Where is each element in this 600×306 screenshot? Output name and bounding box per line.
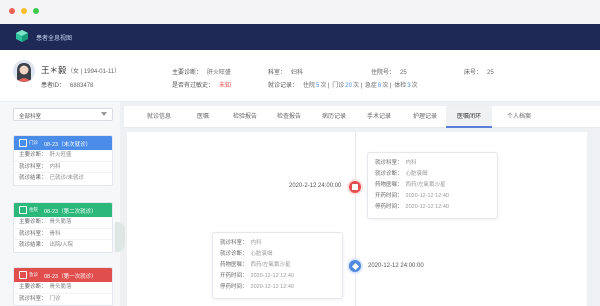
detail-row: 就诊科室： 内科 xyxy=(220,240,262,246)
visit-card-header: 住院 08-23（第二次就诊） xyxy=(14,203,112,217)
minimize-window-button[interactable] xyxy=(21,8,27,14)
visit-card-row: 就诊科室： 骨科 xyxy=(14,229,112,240)
app-title: 患者全息视图 xyxy=(36,36,73,42)
detail-row: 开药时间： 2020-12-12 12:40 xyxy=(375,193,449,199)
visit-date: 08-23（末次就诊） xyxy=(44,142,92,148)
detail-row: 药物医嘱： 西药/左氧氟沙星 xyxy=(375,182,446,188)
timeline-node-icon[interactable] xyxy=(349,260,361,272)
timeline-time: 2020-12-12 24:00:00 xyxy=(368,263,424,269)
detail-row: 就诊诊断： 心脏衰竭 xyxy=(220,251,273,257)
visit-card-outpatient[interactable]: 门诊 08-23（末次就诊） 主要诊断： 肝火旺盛 就诊科室： 内科 就诊结果： 已就… xyxy=(13,135,113,186)
visit-card-header: 门诊 08-23（末次就诊） xyxy=(14,136,112,150)
chevron-down-icon xyxy=(101,112,107,116)
order-detail-card[interactable]: 就诊科室： 内科 就诊诊断： 心脏衰竭 药物医嘱： 西药/左氧氟沙星 开药时间： 202… xyxy=(367,152,498,219)
outpatient-icon xyxy=(19,139,27,147)
visit-card-row: 就诊科室： 内科 xyxy=(14,162,112,173)
visit-type: 急诊 xyxy=(29,272,38,277)
detail-row: 药物医嘱： 西药/左氧氟沙星 xyxy=(220,262,291,268)
inpatient-bed-icon xyxy=(19,206,27,214)
tab-surgery-records[interactable]: 手术记录 xyxy=(356,106,402,128)
tab-medical-records[interactable]: 病历记录 xyxy=(311,106,357,128)
tab-order-loop[interactable]: 医嘱闭环 xyxy=(446,106,492,128)
visit-card-row: 就诊科室： 门诊 xyxy=(19,295,61,302)
sidebar-collapse-handle[interactable] xyxy=(115,222,125,252)
allergy-history: 是否有过敏史： 未知 xyxy=(172,83,232,89)
order-detail-card[interactable]: 就诊科室： 内科 就诊诊断： 心脏衰竭 药物医嘱： 西药/左氧氟沙星 开药时间： 202… xyxy=(212,232,343,299)
admission-number: 住院号： 25 xyxy=(371,70,407,76)
patient-id: 患者ID： 6883478 xyxy=(41,83,94,89)
record-tabs: 就诊信息 医嘱 检验报告 检查报告 病历记录 手术记录 护理记录 医嘱闭环 个人… xyxy=(124,106,600,128)
tab-lab-reports[interactable]: 检验报告 xyxy=(222,106,268,128)
visit-card-header: 急诊 08-23（第一次就诊） xyxy=(14,268,112,282)
timeline-axis xyxy=(355,132,356,306)
main-diagnosis: 主要诊断： 肝火旺盛 xyxy=(172,70,232,76)
visit-records: 就诊记录： xyxy=(268,83,299,89)
bed-number: 床号： 25 xyxy=(464,70,494,76)
tab-visit-info[interactable]: 就诊信息 xyxy=(136,106,182,128)
tab-personal-file[interactable]: 个人档案 xyxy=(496,106,542,128)
visit-card-row: 主要诊断： 骨头脆落 xyxy=(14,217,112,229)
patient-name: 王＊毅 xyxy=(41,65,67,75)
visit-type: 门诊 xyxy=(29,140,38,145)
detail-row: 停药时间： 2020-12-12 12:40 xyxy=(375,204,449,210)
timeline-node-icon[interactable] xyxy=(349,181,361,193)
detail-row: 就诊诊断： 心脏衰竭 xyxy=(375,171,428,177)
patient-avatar xyxy=(13,60,35,82)
department-filter-select[interactable]: 全部科室 xyxy=(13,108,113,121)
patient-gender-birth: （女 | 1994-01-11） xyxy=(67,69,121,75)
tab-exam-reports[interactable]: 检查报告 xyxy=(266,106,312,128)
visit-card-row: 就诊结果： 出院/入院 xyxy=(19,242,74,248)
visit-card-row: 主要诊断： 骨头脆落 xyxy=(14,282,112,294)
department: 科室： 妇科 xyxy=(268,70,304,76)
app-logo-icon xyxy=(16,30,28,42)
main-panel: 就诊信息 医嘱 检验报告 检查报告 病历记录 手术记录 护理记录 医嘱闭环 个人… xyxy=(120,102,600,306)
tab-nursing-records[interactable]: 护理记录 xyxy=(402,106,448,128)
detail-row: 停药时间： 2020-12-12 12:40 xyxy=(220,284,294,290)
window-chrome xyxy=(0,0,600,24)
visit-type: 住院 xyxy=(29,207,38,212)
close-window-button[interactable] xyxy=(9,8,15,14)
visit-date: 08-23（第一次就诊） xyxy=(44,274,97,280)
visit-card-row: 主要诊断： 肝火旺盛 xyxy=(14,150,112,162)
timeline-time: 2020-2-12 24:00:00 xyxy=(289,183,342,189)
app-header: 患者全息视图 xyxy=(0,24,600,50)
emergency-icon xyxy=(19,271,27,279)
visit-date: 08-23（第二次就诊） xyxy=(44,209,97,215)
order-timeline: 2020-2-12 24:00:00 就诊科室： 内科 就诊诊断： 心脏衰竭 药物医… xyxy=(127,132,587,306)
visit-records-counts: 住院5次 | 门诊20次 | 急症8次 | 体检3次 xyxy=(303,83,418,89)
maximize-window-button[interactable] xyxy=(33,8,39,14)
visit-card-row: 就诊结果： 已就诊/未就诊 xyxy=(19,175,85,181)
patient-info-panel: 王＊毅 （女 | 1994-01-11） 患者ID： 6883478 主要诊断：肝… xyxy=(0,50,600,102)
detail-row: 开药时间： 2020-12-12 12:40 xyxy=(220,273,294,279)
detail-row: 就诊科室： 内科 xyxy=(375,160,417,166)
visit-card-inpatient[interactable]: 住院 08-23（第二次就诊） 主要诊断： 骨头脆落 就诊科室： 骨科 就诊结果：出… xyxy=(13,202,113,253)
visit-card-emergency[interactable]: 急诊 08-23（第一次就诊） 主要诊断： 骨头脆落 就诊科室： 门诊 xyxy=(13,267,113,306)
tab-orders[interactable]: 医嘱 xyxy=(180,106,226,128)
visit-sidebar: 全部科室 门诊 08-23（末次就诊） 主要诊断： 肝火旺盛 就诊科室： 内科 就诊… xyxy=(0,102,120,306)
